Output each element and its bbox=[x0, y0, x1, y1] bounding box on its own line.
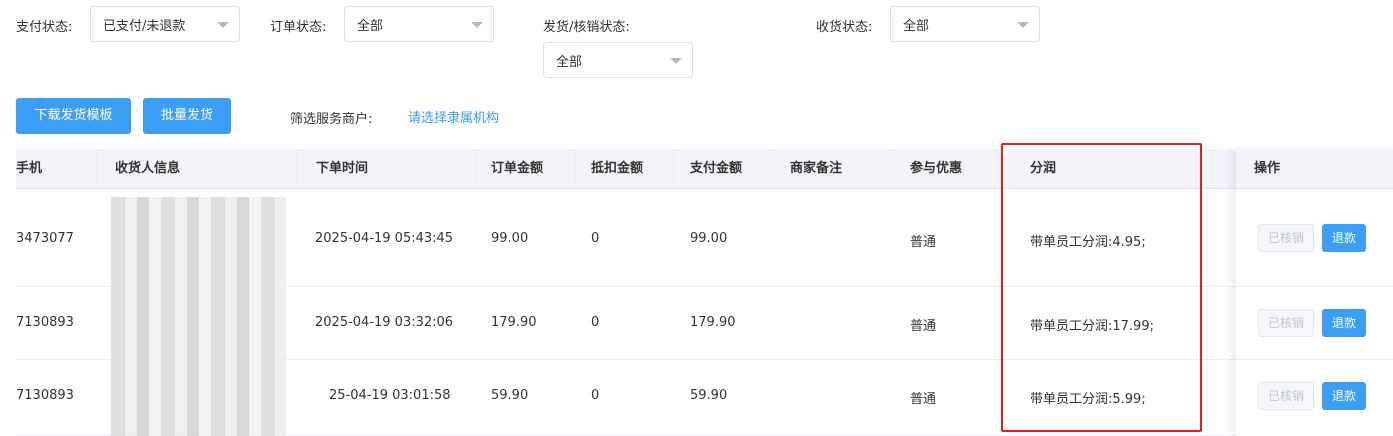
order-status-label: 订单状态: bbox=[270, 20, 327, 35]
cell-phone: 7130893 bbox=[16, 315, 74, 330]
receive-status-value: 全部 bbox=[903, 19, 930, 34]
batch-ship-button[interactable]: 批量发货 bbox=[143, 98, 231, 134]
cell-phone: 3473077 bbox=[16, 231, 74, 246]
cell-pay-amount: 99.00 bbox=[690, 231, 728, 246]
receive-status-select[interactable]: 全部 bbox=[890, 6, 1040, 42]
refund-button[interactable]: 退款 bbox=[1322, 224, 1366, 252]
cell-pay-amount: 59.90 bbox=[690, 388, 728, 403]
ship-status-label: 发货/核销状态: bbox=[543, 20, 630, 35]
cell-promotion: 普通 bbox=[910, 235, 937, 250]
cell-pay-amount: 179.90 bbox=[690, 315, 736, 330]
chevron-down-icon bbox=[670, 58, 682, 64]
cell-deduct-amount: 0 bbox=[591, 231, 600, 246]
header-phone: 手机 bbox=[16, 161, 43, 176]
operation-column: 操作 已核销 退款 已核销 退款 已核销 退款 bbox=[1236, 149, 1393, 436]
refund-button[interactable]: 退款 bbox=[1322, 382, 1366, 410]
cell-order-time: 2025-04-19 03:32:06 bbox=[315, 315, 454, 330]
receiver-info-redacted bbox=[111, 197, 286, 436]
verified-button: 已核销 bbox=[1258, 382, 1314, 410]
ship-status-value: 全部 bbox=[556, 55, 583, 70]
refund-button[interactable]: 退款 bbox=[1322, 309, 1366, 337]
chevron-down-icon bbox=[1017, 22, 1029, 28]
pay-status-label: 支付状态: bbox=[16, 20, 73, 35]
cell-deduct-amount: 0 bbox=[591, 388, 600, 403]
cell-promotion: 普通 bbox=[910, 392, 937, 407]
header-operation: 操作 bbox=[1254, 161, 1281, 176]
header-merchant-note: 商家备注 bbox=[790, 161, 843, 176]
verified-button: 已核销 bbox=[1258, 309, 1314, 337]
cell-deduct-amount: 0 bbox=[591, 315, 600, 330]
receive-status-label: 收货状态: bbox=[816, 20, 873, 35]
pay-status-select[interactable]: 已支付/未退款 bbox=[90, 6, 240, 42]
cell-promotion: 普通 bbox=[910, 319, 937, 334]
download-template-button[interactable]: 下载发货模板 bbox=[16, 98, 131, 134]
chevron-down-icon bbox=[217, 22, 229, 28]
pay-status-value: 已支付/未退款 bbox=[103, 19, 186, 34]
cell-order-time: 25-04-19 03:01:58 bbox=[329, 388, 451, 403]
profit-share-highlight bbox=[1001, 143, 1202, 432]
cell-order-time: 2025-04-19 05:43:45 bbox=[315, 231, 454, 246]
header-promotion: 参与优惠 bbox=[910, 161, 963, 176]
select-org-link[interactable]: 请选择隶属机构 bbox=[408, 107, 499, 126]
header-pay-amount: 支付金额 bbox=[690, 161, 743, 176]
verified-button: 已核销 bbox=[1258, 224, 1314, 252]
cell-phone: 7130893 bbox=[16, 388, 74, 403]
chevron-down-icon bbox=[471, 22, 483, 28]
header-receiver: 收货人信息 bbox=[115, 161, 181, 176]
cell-order-amount: 179.90 bbox=[491, 315, 537, 330]
ship-status-select[interactable]: 全部 bbox=[543, 42, 693, 78]
cell-order-amount: 99.00 bbox=[491, 231, 529, 246]
header-order-amount: 订单金额 bbox=[491, 161, 544, 176]
header-deduct-amount: 抵扣金额 bbox=[591, 161, 644, 176]
order-status-value: 全部 bbox=[357, 19, 384, 34]
order-status-select[interactable]: 全部 bbox=[344, 6, 494, 42]
cell-order-amount: 59.90 bbox=[491, 388, 529, 403]
header-order-time: 下单时间 bbox=[316, 161, 369, 176]
merchant-filter-label: 筛选服务商户: bbox=[290, 112, 373, 127]
